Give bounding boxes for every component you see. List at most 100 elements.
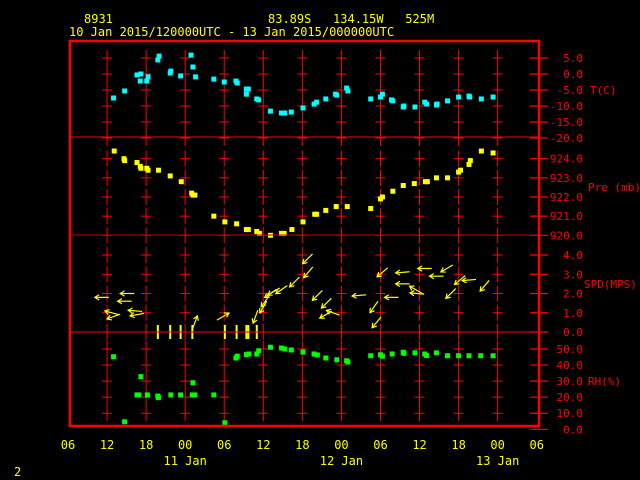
wind-axis-label: SPD(MPS) xyxy=(584,278,637,291)
wind-arrow xyxy=(116,298,132,305)
x-tick-label: 06 xyxy=(529,438,543,452)
temperature-tick-label: -10.0 xyxy=(550,100,583,113)
temperature-axis-label: T(C) xyxy=(590,84,617,97)
pressure-point xyxy=(245,227,251,233)
rh-tick-label: 10.0 xyxy=(557,407,584,420)
day-label: 11 Jan xyxy=(164,454,207,468)
wind-arrow xyxy=(311,290,323,302)
temperature-point xyxy=(122,88,128,94)
pressure-point xyxy=(490,150,496,156)
temperature-point xyxy=(467,94,473,100)
grid xyxy=(102,50,548,430)
rh-point xyxy=(190,380,196,386)
pressure-point xyxy=(433,175,439,181)
pressure-point xyxy=(467,158,473,164)
pressure-tick-label: 923.0 xyxy=(550,172,583,185)
x-tick-label: 18 xyxy=(139,438,153,452)
pressure-point xyxy=(155,167,161,173)
temperature-point xyxy=(267,108,273,114)
temperature-tick-label: -5.0 xyxy=(557,84,584,97)
day-label: 13 Jan xyxy=(476,454,519,468)
rh-point xyxy=(192,392,198,398)
pressure-point xyxy=(289,227,295,233)
x-tick-label: 00 xyxy=(178,438,192,452)
pressure-point xyxy=(167,173,173,179)
wind-tick-label: 3.0 xyxy=(563,268,583,281)
temperature-point xyxy=(345,88,351,94)
pressure-point xyxy=(234,221,240,227)
day-label: 12 Jan xyxy=(320,454,363,468)
pressure-point xyxy=(323,207,329,213)
temperature-point xyxy=(234,80,240,86)
temperature-point xyxy=(245,86,251,92)
wind-arrow xyxy=(439,264,454,273)
data-marks xyxy=(93,52,496,426)
wind-arrow xyxy=(460,277,477,284)
temperature-point xyxy=(401,103,407,109)
wind-arrow xyxy=(394,269,410,276)
temperature-point xyxy=(288,109,294,115)
rh-point xyxy=(379,353,385,359)
wind-arrow xyxy=(416,265,432,272)
wind-arrow xyxy=(394,280,410,287)
rh-point xyxy=(211,392,217,398)
station-id: 8931 xyxy=(84,12,113,26)
pressure-point xyxy=(211,213,217,219)
rh-point xyxy=(368,353,374,359)
rh-point xyxy=(334,357,340,363)
temperature-point xyxy=(412,104,418,110)
wind-arrow xyxy=(371,316,382,329)
wind-arrow-shaft xyxy=(311,290,323,301)
rh-tick-label: 20.0 xyxy=(557,391,584,404)
wind-arrow xyxy=(369,300,379,314)
wind-tick-label: 0.0 xyxy=(563,326,583,339)
station-timeseries-chart: 8931 83.89S 134.15W 525M 10 Jan 2015/120… xyxy=(14,12,640,479)
wind-arrow xyxy=(103,308,119,316)
x-tick-label: 00 xyxy=(334,438,348,452)
wind-arrow xyxy=(428,273,444,280)
wind-arrow xyxy=(274,285,288,295)
wind-arrow xyxy=(251,309,259,325)
wind-arrow xyxy=(350,292,367,299)
rh-point xyxy=(122,419,128,425)
x-tick-label: 06 xyxy=(373,438,387,452)
pressure-point xyxy=(314,211,320,217)
wind-arrow xyxy=(479,280,490,293)
temperature-point xyxy=(434,101,440,107)
temperature-point xyxy=(445,98,451,104)
temperature-point xyxy=(138,71,144,77)
pressure-point xyxy=(111,148,117,154)
temperature-point xyxy=(323,96,329,102)
rh-point xyxy=(433,350,439,356)
time-range: 10 Jan 2015/120000UTC - 13 Jan 2015/0000… xyxy=(69,25,394,39)
pressure-point xyxy=(368,205,374,211)
temperature-point xyxy=(424,101,430,107)
rh-point xyxy=(178,392,184,398)
x-tick-label: 12 xyxy=(100,438,114,452)
wind-arrow xyxy=(126,307,143,314)
rh-point xyxy=(389,351,395,357)
x-tick-label: 12 xyxy=(256,438,270,452)
pressure-point xyxy=(333,204,339,210)
wind-tick-label: 4.0 xyxy=(563,249,583,262)
wind-arrow xyxy=(119,290,135,297)
rh-point xyxy=(282,346,288,352)
page-number: 2 xyxy=(14,465,21,479)
wind-arrow xyxy=(288,276,300,288)
rh-point xyxy=(490,353,496,359)
temperature-point xyxy=(300,105,306,111)
rh-point xyxy=(314,352,320,358)
rh-axis-label: RH(%) xyxy=(588,375,621,388)
pressure-point xyxy=(178,179,184,185)
temperature-point xyxy=(478,96,484,102)
x-tick-label: 18 xyxy=(295,438,309,452)
rh-point xyxy=(456,353,462,359)
pressure-point xyxy=(300,219,306,225)
pressure-point xyxy=(445,175,451,181)
pressure-point xyxy=(478,148,484,154)
temperature-point xyxy=(178,73,184,79)
x-tick-label: 06 xyxy=(61,438,75,452)
pressure-tick-label: 924.0 xyxy=(550,153,583,166)
temperature-point xyxy=(368,96,374,102)
temperature-point xyxy=(490,94,496,100)
